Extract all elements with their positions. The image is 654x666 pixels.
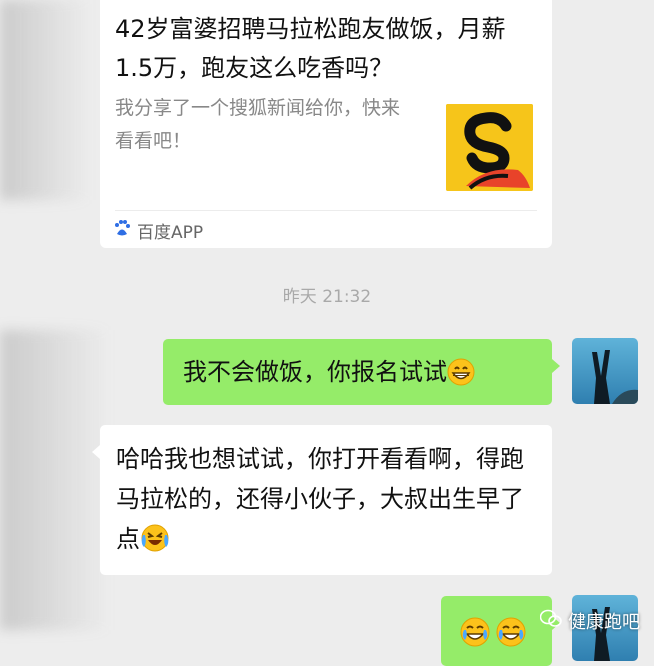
bubble-tail [92,445,100,459]
bubble-tail [552,359,560,373]
laughing-crying-emoji-icon [140,523,170,565]
wechat-icon [539,609,562,634]
message-incoming-2[interactable]: 哈哈我也想试试，你打开看看啊，得跑马拉松的，还得小伙子，大叔出生早了点 [92,425,552,575]
background-ink-top [0,0,90,200]
watermark: 健康跑吧 [539,608,640,634]
card-description: 我分享了一个搜狐新闻给你，快来看看吧！ [115,97,401,152]
message-outgoing-3[interactable] [441,596,560,666]
card-source: 百度APP [113,216,203,244]
message-text: 我不会做饭，你报名试试 [183,358,447,386]
timestamp: 昨天 21:32 [282,287,372,307]
background-ink-bottom [0,330,110,630]
baidu-paw-icon [113,219,131,242]
watermark-text: 健康跑吧 [568,612,640,633]
sohu-logo-icon [446,104,533,191]
card-divider [115,210,537,211]
grinning-face-emoji-icon [447,358,475,398]
shared-link-card[interactable]: 42岁富婆招聘马拉松跑友做饭，月薪1.5万，跑友这么吃香吗？ 我分享了一个搜狐新… [100,0,552,248]
tears-of-joy-emoji-icon [495,616,527,660]
tears-of-joy-emoji-icon [459,616,491,660]
card-source-label: 百度APP [137,222,204,243]
self-avatar[interactable] [572,338,638,404]
message-text: 哈哈我也想试试，你打开看看啊，得跑马拉松的，还得小伙子，大叔出生早了点 [116,445,524,553]
message-outgoing-1[interactable]: 我不会做饭，你报名试试 [163,339,560,405]
card-title: 42岁富婆招聘马拉松跑友做饭，月薪1.5万，跑友这么吃香吗？ [115,15,506,82]
